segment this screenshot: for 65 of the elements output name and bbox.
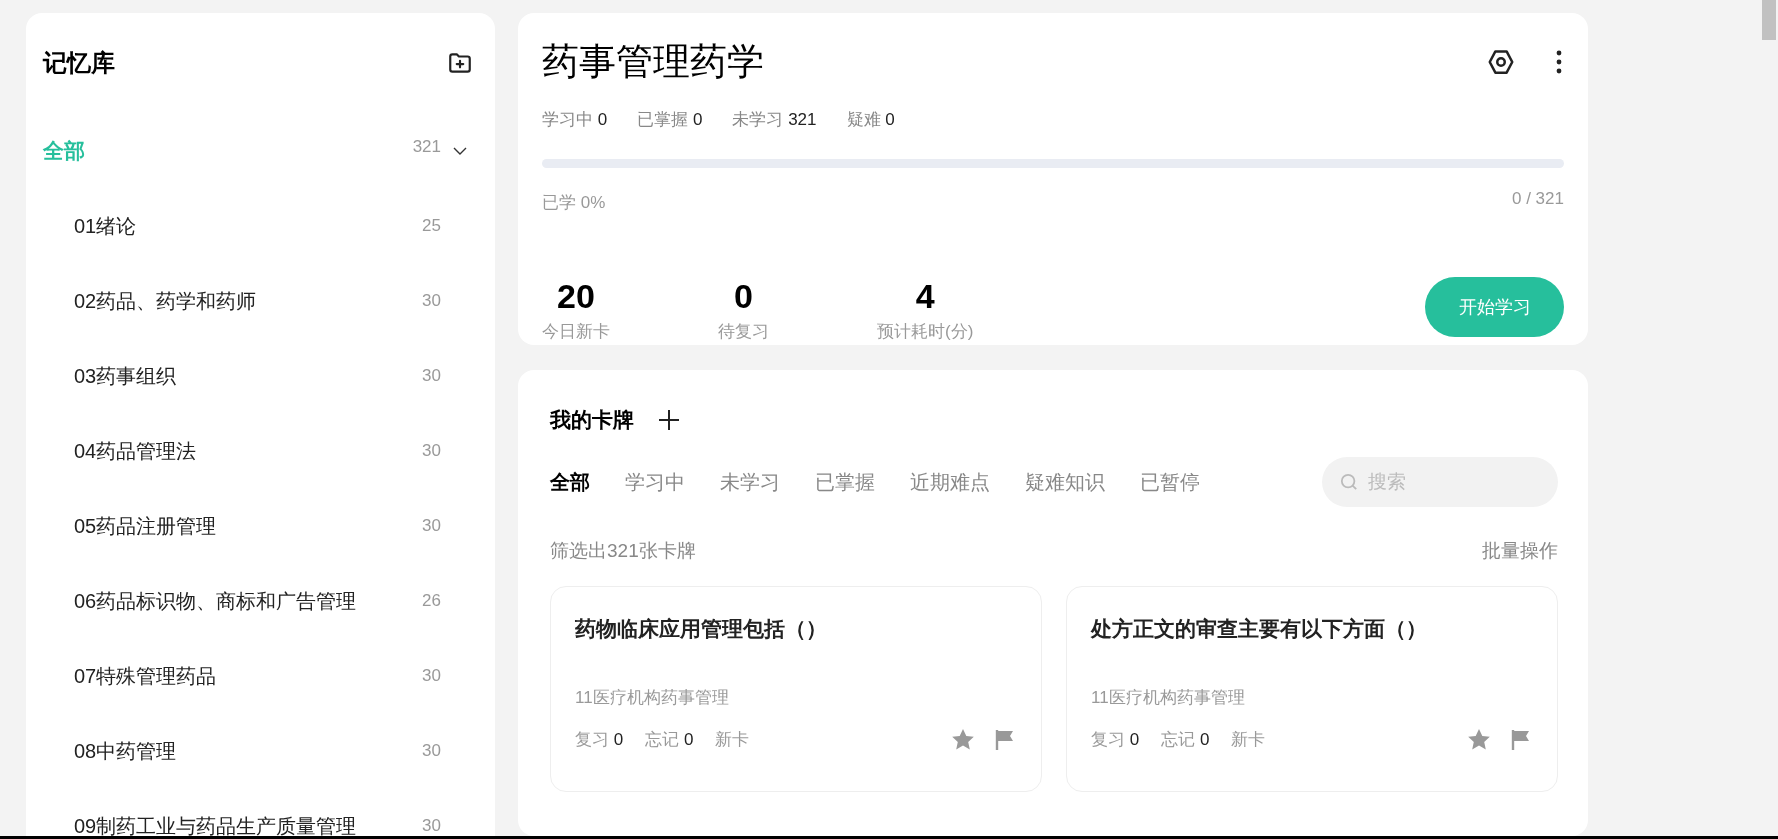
flag-icon[interactable]	[1511, 728, 1531, 751]
item-count: 30	[422, 364, 441, 387]
card-title: 药物临床应用管理包括（）	[575, 615, 828, 642]
card-stat: 忘记 0	[645, 728, 694, 751]
chevron-icon[interactable]	[453, 146, 467, 155]
filter-tab[interactable]: 已掌握	[815, 467, 875, 498]
item-count: 30	[422, 814, 441, 836]
stat-label: 今日新卡	[542, 321, 610, 344]
card-stat: 复习 0	[575, 728, 624, 751]
sidebar-item[interactable]: 06药品标识物、商标和广告管理	[74, 585, 357, 616]
sidebar-item[interactable]: 07特殊管理药品	[74, 660, 217, 691]
deck-stat: 已掌握 0	[637, 109, 703, 132]
stat-label: 预计耗时(分)	[877, 321, 974, 344]
filter-tab[interactable]: 近期难点	[910, 467, 990, 498]
item-count: 321	[412, 135, 441, 158]
filter-tab[interactable]: 已暂停	[1140, 467, 1200, 498]
deck-stat: 疑难 0	[846, 109, 895, 132]
question-card[interactable]: 处方正文的审查主要有以下方面（） 11医疗机构药事管理 复习 0 忘记 0 新卡	[1066, 585, 1558, 792]
deck-stat: 学习中 0	[542, 109, 608, 132]
add-folder-icon[interactable]	[447, 50, 473, 76]
star-icon[interactable]	[1467, 728, 1491, 751]
card-tag: 新卡	[715, 726, 750, 753]
progress-label: 已学 0%	[542, 191, 606, 214]
filter-tab[interactable]: 学习中	[625, 467, 685, 498]
deck-title: 药事管理药学	[542, 40, 764, 84]
card-title: 处方正文的审查主要有以下方面（）	[1091, 615, 1428, 642]
item-count: 25	[422, 214, 441, 237]
sidebar-item[interactable]: 04药品管理法	[74, 435, 197, 466]
filter-tab[interactable]: 全部	[550, 467, 590, 498]
sidebar-item[interactable]: 02药品、药学和药师	[74, 285, 257, 316]
sidebar-item[interactable]: 09制药工业与药品生产质量管理	[74, 810, 357, 836]
cards-panel-title: 我的卡牌	[550, 406, 634, 433]
item-count: 30	[422, 739, 441, 762]
flag-icon[interactable]	[995, 728, 1015, 751]
card-category: 11医疗机构药事管理	[1091, 687, 1246, 710]
star-icon[interactable]	[951, 728, 975, 751]
card-stat: 复习 0	[1091, 728, 1140, 751]
stat-label: 待复习	[718, 321, 769, 344]
card-category: 11医疗机构药事管理	[575, 687, 730, 710]
filter-tab[interactable]: 未学习	[720, 467, 780, 498]
search-icon	[1340, 473, 1358, 492]
more-menu-icon[interactable]	[1556, 50, 1562, 75]
stat-value: 20	[557, 279, 595, 314]
item-count: 26	[422, 589, 441, 612]
card-tag: 新卡	[1231, 726, 1266, 753]
deck-stat: 未学习 321	[732, 109, 817, 132]
question-card[interactable]: 药物临床应用管理包括（） 11医疗机构药事管理 复习 0 忘记 0 新卡	[550, 585, 1042, 792]
batch-action-link[interactable]: 批量操作	[1482, 537, 1558, 566]
sidebar-item[interactable]: 05药品注册管理	[74, 510, 217, 541]
stat-value: 4	[915, 279, 935, 314]
filter-count: 筛选出321张卡牌	[550, 539, 696, 564]
scrollbar-thumb[interactable]	[1762, 0, 1776, 40]
sidebar-title: 记忆库	[43, 48, 115, 78]
item-count: 30	[422, 664, 441, 687]
sidebar-item[interactable]: 01绪论	[74, 210, 137, 241]
add-icon[interactable]	[658, 408, 680, 431]
item-count: 30	[422, 514, 441, 537]
item-count: 30	[422, 439, 441, 462]
progress-reading: 0 / 321	[1512, 187, 1564, 210]
item-count: 30	[422, 289, 441, 312]
sidebar-item[interactable]: 03药事组织	[74, 360, 177, 391]
sidebar-item[interactable]: 08中药管理	[74, 735, 177, 766]
stat-value: 0	[734, 279, 753, 314]
card-stat: 忘记 0	[1161, 728, 1210, 751]
filter-tab[interactable]: 疑难知识	[1025, 467, 1105, 498]
